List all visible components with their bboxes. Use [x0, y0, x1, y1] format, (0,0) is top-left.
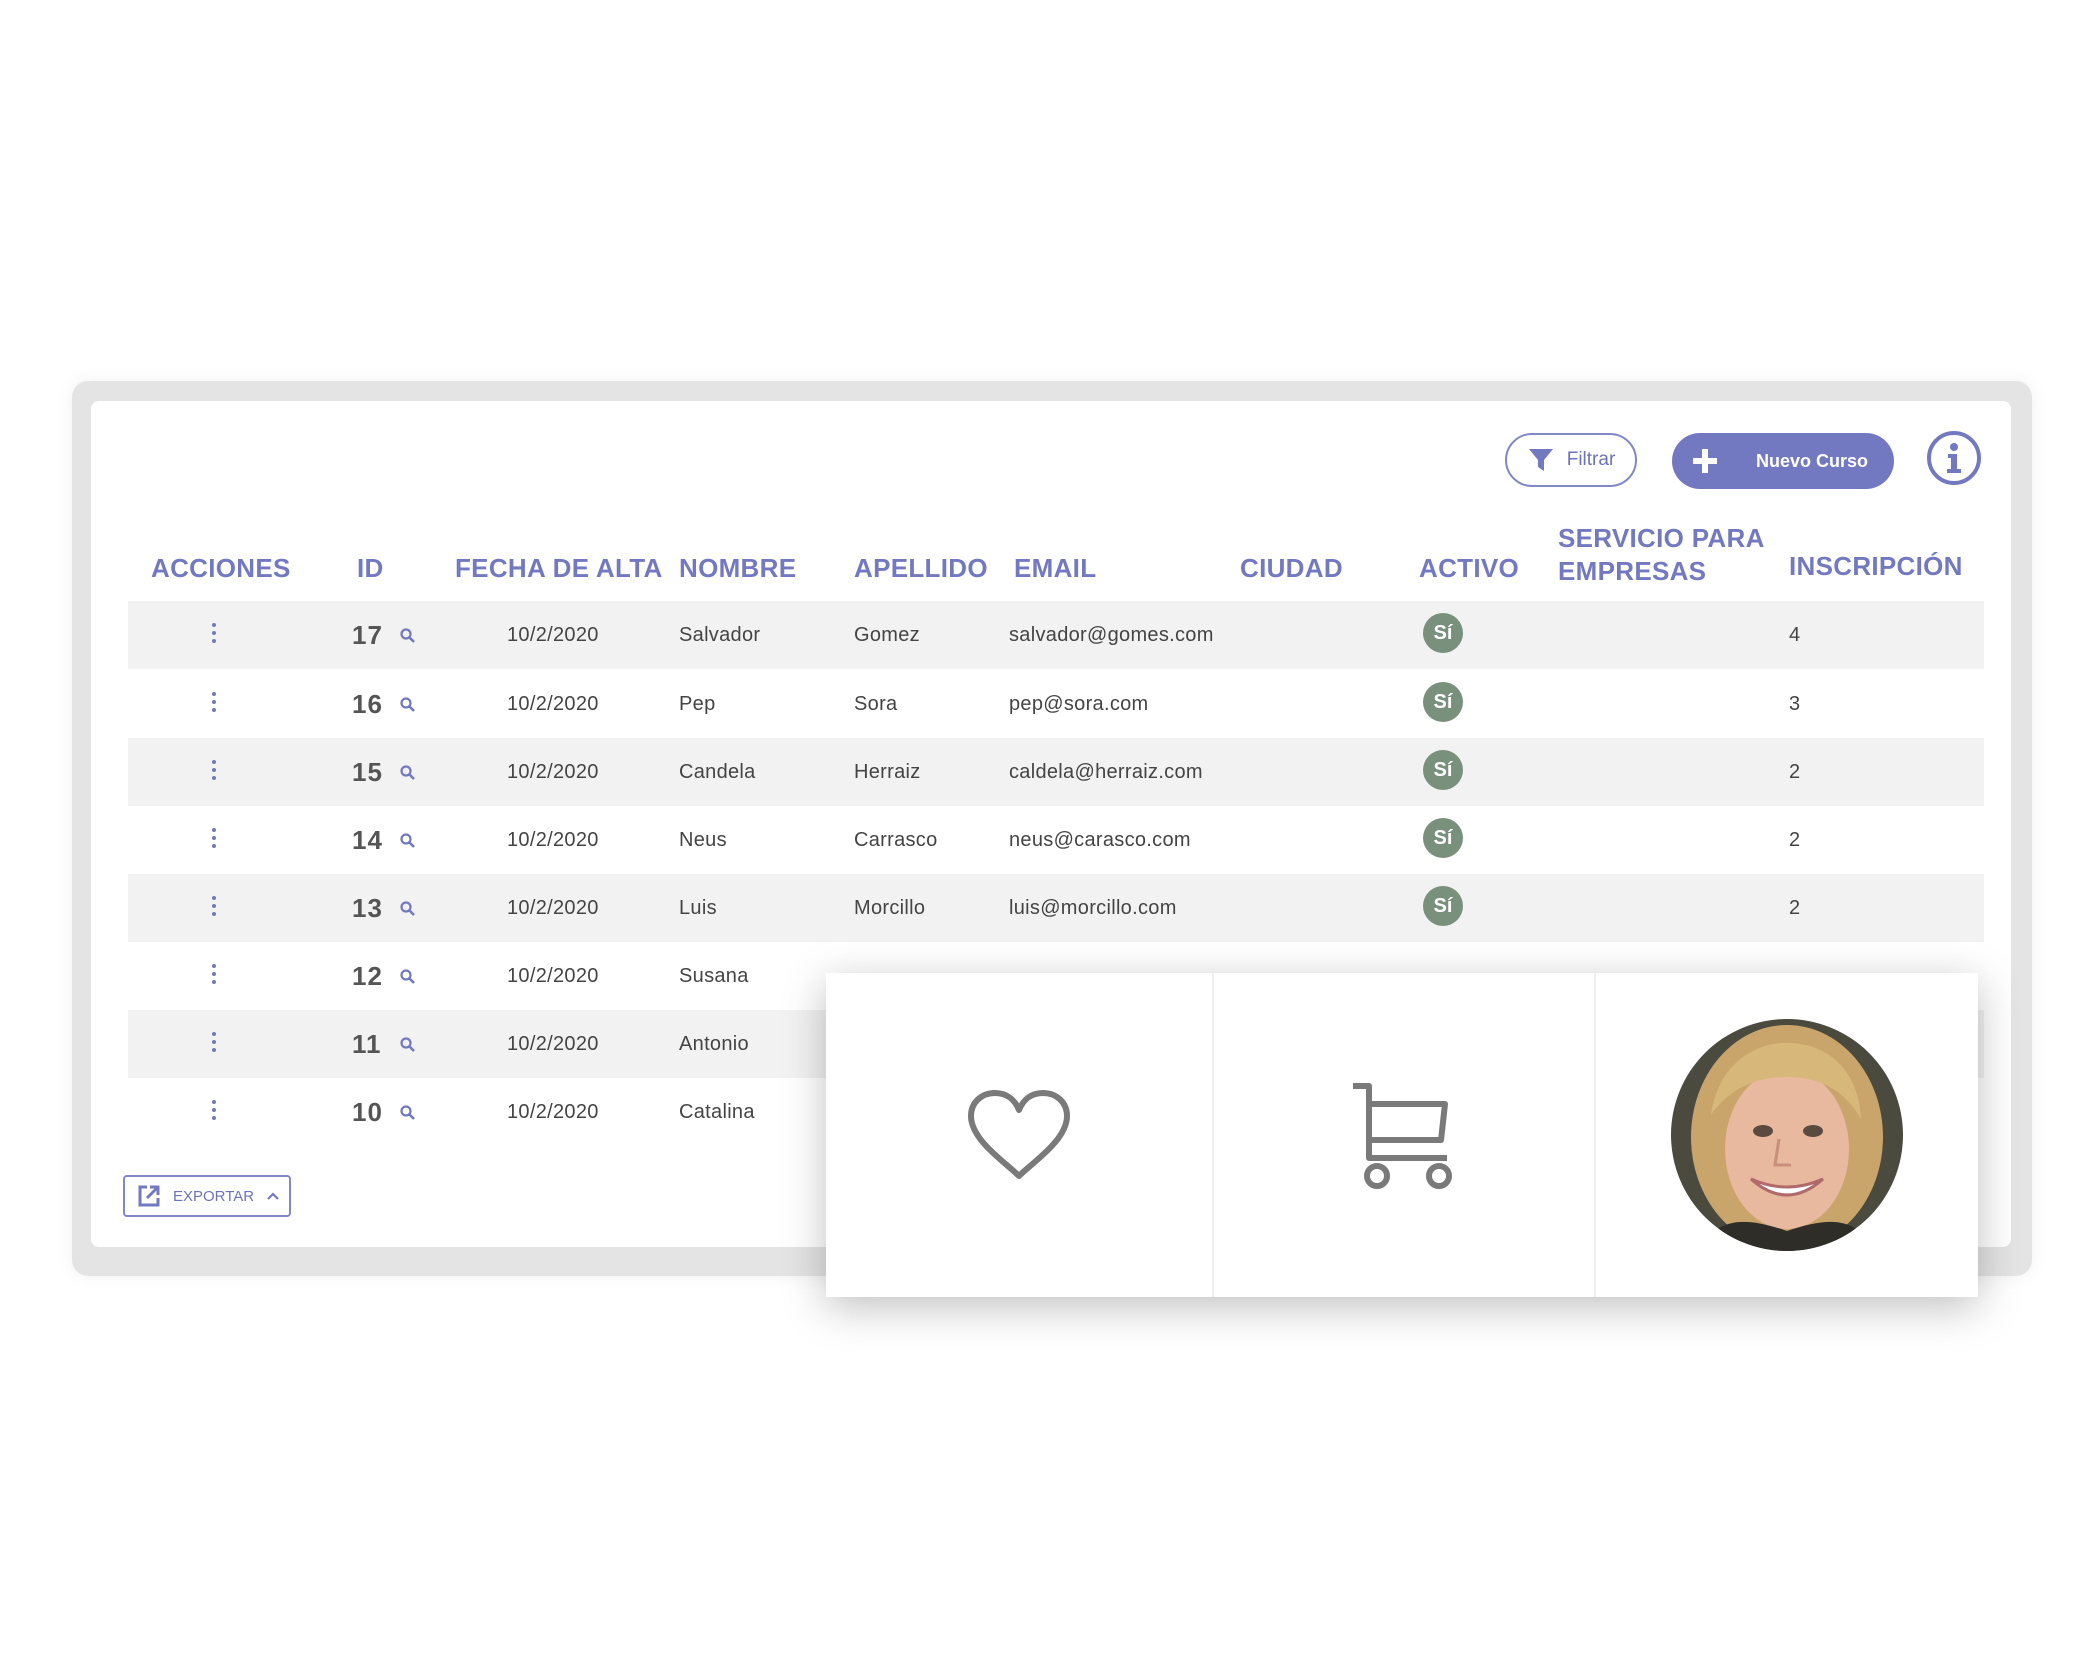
row-actions-menu-icon[interactable] [208, 964, 220, 988]
row-name: Salvador [679, 623, 761, 646]
row-name: Luis [679, 896, 717, 919]
avatar[interactable] [1671, 1019, 1903, 1251]
search-icon[interactable] [400, 901, 416, 917]
row-id: 11 [352, 1028, 382, 1059]
header-id: ID [357, 553, 384, 583]
search-icon[interactable] [400, 1105, 416, 1121]
header-date: FECHA DE ALTA [455, 553, 663, 583]
filter-icon [1528, 449, 1553, 471]
row-date: 10/2/2020 [507, 760, 599, 783]
row-actions-menu-icon[interactable] [208, 760, 220, 784]
row-actions-menu-icon[interactable] [208, 692, 220, 716]
row-surname: Morcillo [854, 896, 926, 919]
icon-panel [826, 973, 1978, 1297]
table-row: 13 10/2/2020 Luis Morcillo luis@morcillo… [128, 874, 1984, 942]
info-icon [1947, 443, 1961, 473]
new-course-button[interactable]: Nuevo Curso [1672, 433, 1894, 489]
table-row: 16 10/2/2020 Pep Sora pep@sora.com Sí 3 [128, 670, 1984, 738]
header-service-line1: SERVICIO PARA [1558, 523, 1765, 553]
user-photo [1671, 1019, 1903, 1251]
header-surname: APELLIDO [854, 553, 988, 583]
row-enrollment: 2 [1789, 828, 1801, 851]
row-id: 10 [352, 1096, 383, 1127]
row-date: 10/2/2020 [507, 964, 599, 987]
active-badge: Sí [1423, 613, 1463, 653]
row-enrollment: 4 [1789, 623, 1801, 646]
row-actions-menu-icon[interactable] [208, 1032, 220, 1056]
row-date: 10/2/2020 [507, 1032, 599, 1055]
plus-icon [1693, 449, 1717, 473]
row-enrollment: 2 [1789, 760, 1801, 783]
table-row: 15 10/2/2020 Candela Herraiz caldela@her… [128, 738, 1984, 806]
search-icon[interactable] [400, 833, 416, 849]
row-email: salvador@gomes.com [1009, 623, 1214, 646]
row-surname: Gomez [854, 623, 920, 646]
filter-button[interactable]: Filtrar [1505, 433, 1637, 487]
row-name: Pep [679, 692, 716, 715]
row-enrollment: 3 [1789, 692, 1801, 715]
row-email: neus@carasco.com [1009, 828, 1191, 851]
row-email: caldela@herraiz.com [1009, 760, 1203, 783]
external-link-icon [138, 1185, 160, 1207]
row-name: Candela [679, 760, 756, 783]
row-id: 15 [352, 756, 383, 787]
table-row: 14 10/2/2020 Neus Carrasco neus@carasco.… [128, 806, 1984, 874]
row-date: 10/2/2020 [507, 828, 599, 851]
row-surname: Herraiz [854, 760, 921, 783]
search-icon[interactable] [400, 1037, 416, 1053]
search-icon[interactable] [400, 765, 416, 781]
row-surname: Carrasco [854, 828, 938, 851]
active-badge: Sí [1423, 750, 1463, 790]
active-badge: Sí [1423, 818, 1463, 858]
row-name: Susana [679, 964, 749, 987]
row-id: 16 [352, 688, 383, 719]
row-id: 13 [352, 892, 383, 923]
table-row: 17 10/2/2020 Salvador Gomez salvador@gom… [128, 601, 1984, 669]
header-city: CIUDAD [1240, 553, 1343, 583]
row-email: pep@sora.com [1009, 692, 1149, 715]
row-surname: Sora [854, 692, 898, 715]
search-icon[interactable] [400, 969, 416, 985]
row-id: 14 [352, 824, 383, 855]
cart-cell[interactable] [1214, 973, 1594, 1297]
header-service-line2: EMPRESAS [1558, 556, 1707, 586]
export-button[interactable]: EXPORTAR [123, 1175, 291, 1217]
row-name: Antonio [679, 1032, 749, 1055]
active-badge: Sí [1423, 682, 1463, 722]
filter-label: Filtrar [1566, 449, 1616, 470]
search-icon[interactable] [400, 628, 416, 644]
cart-icon [1353, 1083, 1452, 1189]
header-actions: ACCIONES [151, 553, 291, 583]
favorites-cell[interactable] [826, 973, 1212, 1297]
profile-cell[interactable] [1596, 973, 1978, 1297]
row-date: 10/2/2020 [507, 692, 599, 715]
header-enrollment: INSCRIPCIÓN [1789, 551, 1963, 581]
header-name: NOMBRE [679, 553, 797, 583]
export-label: EXPORTAR [173, 1187, 255, 1205]
row-email: luis@morcillo.com [1009, 896, 1177, 919]
new-course-label: Nuevo Curso [1756, 450, 1869, 471]
row-actions-menu-icon[interactable] [208, 1100, 220, 1124]
row-date: 10/2/2020 [507, 1100, 599, 1123]
active-badge: Sí [1423, 886, 1463, 926]
row-actions-menu-icon[interactable] [208, 623, 220, 647]
row-id: 12 [352, 960, 383, 991]
row-enrollment: 2 [1789, 896, 1801, 919]
row-name: Catalina [679, 1100, 755, 1123]
search-icon[interactable] [400, 697, 416, 713]
row-name: Neus [679, 828, 727, 851]
row-id: 17 [352, 619, 383, 650]
heart-icon [968, 1090, 1070, 1179]
row-date: 10/2/2020 [507, 623, 599, 646]
row-date: 10/2/2020 [507, 896, 599, 919]
header-active: ACTIVO [1419, 553, 1520, 583]
info-button[interactable] [1927, 431, 1981, 485]
header-email: EMAIL [1014, 553, 1097, 583]
row-actions-menu-icon[interactable] [208, 828, 220, 852]
chevron-up-icon [267, 1192, 279, 1200]
row-actions-menu-icon[interactable] [208, 896, 220, 920]
